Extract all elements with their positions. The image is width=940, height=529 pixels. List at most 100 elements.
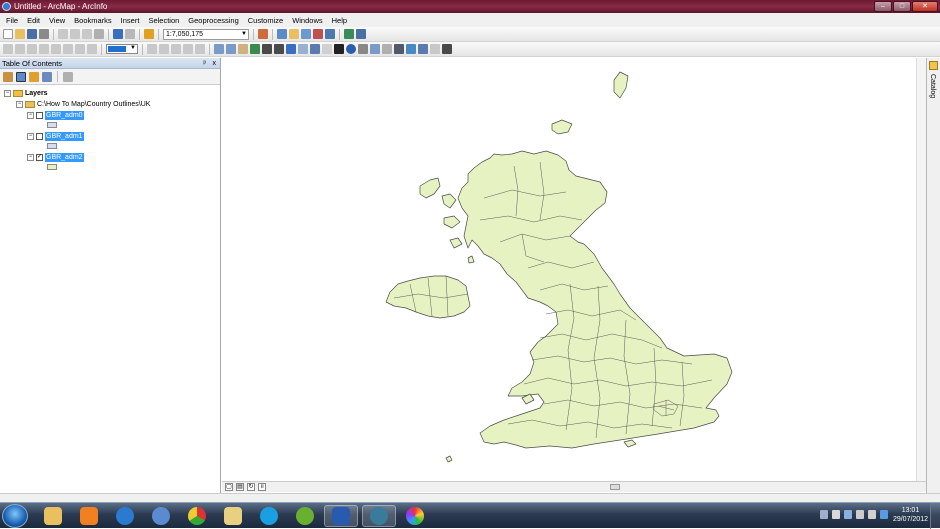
open-folder-icon[interactable]	[15, 29, 25, 39]
layer-visibility-checkbox[interactable]	[36, 132, 43, 140]
toc-close-icon[interactable]: x	[213, 58, 217, 69]
grid-icon[interactable]	[15, 44, 25, 54]
folder-path-label[interactable]: C:\How To Map\Country Outlines\UK	[37, 101, 150, 108]
menu-view[interactable]: View	[49, 16, 65, 25]
collapse-icon[interactable]: −	[27, 132, 34, 140]
close-button[interactable]: ✕	[912, 1, 938, 12]
group-tool-icon[interactable]	[87, 44, 97, 54]
layer-symbol-swatch[interactable]	[47, 143, 57, 149]
uk-map[interactable]	[222, 58, 916, 481]
search-window-icon[interactable]	[301, 29, 311, 39]
battery-icon[interactable]	[856, 510, 864, 519]
paste-icon[interactable]	[82, 29, 92, 39]
previous-extent-icon[interactable]	[286, 44, 296, 54]
arcmap-app-icon[interactable]	[2, 2, 11, 11]
start-button[interactable]	[2, 504, 28, 528]
outline-tool-icon[interactable]	[159, 44, 169, 54]
shape-tool-icon[interactable]	[51, 44, 61, 54]
select-features-icon[interactable]	[310, 44, 320, 54]
menu-file[interactable]: File	[6, 16, 18, 25]
find-icon[interactable]	[394, 44, 404, 54]
whats-this-help-icon[interactable]	[356, 29, 366, 39]
select-elements-icon[interactable]	[334, 44, 344, 54]
text-tool-icon[interactable]	[39, 44, 49, 54]
delete-icon[interactable]	[94, 29, 104, 39]
measure-icon[interactable]	[382, 44, 392, 54]
zoom-in-icon[interactable]	[214, 44, 224, 54]
new-document-icon[interactable]	[3, 29, 13, 39]
refresh-view-button[interactable]: ↻	[247, 483, 255, 491]
show-desktop-button[interactable]	[930, 503, 940, 529]
bluetooth-icon[interactable]	[880, 510, 888, 519]
catalog-tab-label[interactable]: Catalog	[929, 74, 936, 98]
taskbar-skype[interactable]	[252, 505, 286, 527]
taskbar-itunes[interactable]	[144, 505, 178, 527]
taskbar-clock[interactable]: 13:01 29/07/2012	[893, 506, 928, 524]
redo-icon[interactable]	[125, 29, 135, 39]
menu-windows[interactable]: Windows	[292, 16, 322, 25]
go-to-xy-icon[interactable]	[418, 44, 428, 54]
horizontal-scrollbar-thumb[interactable]	[610, 484, 620, 490]
menu-edit[interactable]: Edit	[27, 16, 40, 25]
data-view-button[interactable]: ▢	[225, 483, 233, 491]
layer-visibility-checkbox-checked[interactable]: ✓	[36, 153, 43, 161]
collapse-icon[interactable]: −	[4, 89, 11, 97]
model-builder-icon[interactable]	[344, 29, 354, 39]
cut-icon[interactable]	[58, 29, 68, 39]
tree-row-layer[interactable]: − GBR_adm1	[27, 131, 84, 141]
table-of-contents-window-icon[interactable]	[277, 29, 287, 39]
menu-bookmarks[interactable]: Bookmarks	[74, 16, 112, 25]
layer-visibility-checkbox[interactable]	[36, 111, 43, 119]
chevron-down-icon[interactable]: ▼	[241, 30, 247, 39]
fixed-zoom-out-icon[interactable]	[274, 44, 284, 54]
taskbar-explorer[interactable]	[36, 505, 70, 527]
draw-tool-icon[interactable]	[27, 44, 37, 54]
time-slider-icon[interactable]	[430, 44, 440, 54]
taskbar-internet-explorer[interactable]	[108, 505, 142, 527]
undo-icon[interactable]	[113, 29, 123, 39]
maximize-button[interactable]: □	[893, 1, 911, 12]
clear-selection-icon[interactable]	[322, 44, 332, 54]
layer-symbol-swatch[interactable]	[47, 164, 57, 170]
collapse-icon[interactable]: −	[16, 100, 23, 108]
hyperlink-icon[interactable]	[358, 44, 368, 54]
menu-geoprocessing[interactable]: Geoprocessing	[188, 16, 238, 25]
catalog-window-icon[interactable]	[289, 29, 299, 39]
pan-icon[interactable]	[238, 44, 248, 54]
pin-icon[interactable]: ᵖ	[203, 58, 206, 69]
flag-icon[interactable]	[832, 510, 840, 519]
list-by-selection-icon[interactable]	[42, 71, 52, 82]
minimize-button[interactable]: –	[874, 1, 892, 12]
menu-selection[interactable]: Selection	[148, 16, 179, 25]
shadow-tool-icon[interactable]	[195, 44, 205, 54]
taskbar-picasa[interactable]	[398, 505, 432, 527]
map-view[interactable]	[222, 58, 926, 493]
taskbar-word[interactable]	[324, 505, 358, 527]
full-extent-icon[interactable]	[250, 44, 260, 54]
taskbar-arcmap[interactable]	[362, 505, 396, 527]
vertical-scrollbar[interactable]	[916, 58, 926, 481]
collapse-icon[interactable]: −	[27, 153, 34, 161]
toc-options-icon[interactable]	[63, 71, 73, 82]
find-route-icon[interactable]	[406, 44, 416, 54]
fixed-zoom-in-icon[interactable]	[262, 44, 272, 54]
menu-customize[interactable]: Customize	[248, 16, 283, 25]
print-icon[interactable]	[39, 29, 49, 39]
save-icon[interactable]	[27, 29, 37, 39]
editor-toolbar-icon[interactable]	[258, 29, 268, 39]
catalog-side-tab[interactable]: Catalog	[926, 58, 940, 493]
next-extent-icon[interactable]	[298, 44, 308, 54]
line-tool-icon[interactable]	[183, 44, 193, 54]
pause-drawing-button[interactable]: ॥	[258, 483, 266, 491]
chevron-down-icon[interactable]: ▼	[130, 45, 136, 51]
layer-name[interactable]: GBR_adm1	[45, 131, 84, 141]
menu-help[interactable]: Help	[332, 16, 347, 25]
collapse-icon[interactable]: −	[27, 111, 34, 119]
html-popup-icon[interactable]	[370, 44, 380, 54]
tree-row-layer[interactable]: − GBR_adm0	[27, 110, 84, 120]
python-window-icon[interactable]	[325, 29, 335, 39]
list-by-drawing-order-icon[interactable]	[3, 71, 13, 82]
volume-icon[interactable]	[868, 510, 876, 519]
add-data-icon[interactable]	[144, 29, 154, 39]
network-icon[interactable]	[844, 510, 852, 519]
